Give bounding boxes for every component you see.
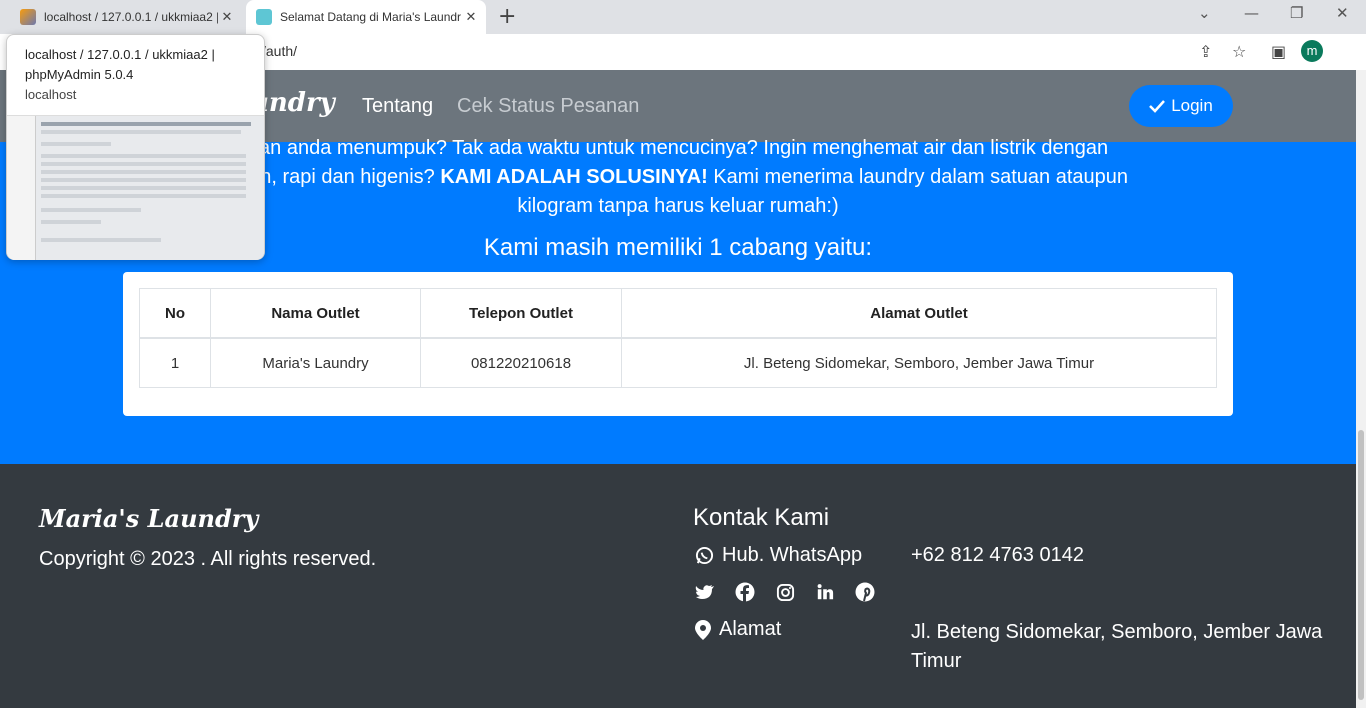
- bookmark-star-icon[interactable]: ☆: [1232, 42, 1246, 61]
- intro-line-1: uan anda menumpuk? Tak ada waktu untuk m…: [247, 137, 1109, 159]
- restore-icon[interactable]: ❐: [1290, 4, 1303, 22]
- cell-telepon: 081220210618: [420, 337, 622, 388]
- col-alamat-outlet: Alamat Outlet: [621, 288, 1217, 339]
- close-tab-icon[interactable]: ✕: [218, 9, 236, 25]
- intro-text: uan anda menumpuk? Tak ada waktu untuk m…: [140, 134, 1216, 221]
- col-telepon-outlet: Telepon Outlet: [420, 288, 622, 339]
- page-scrollbar[interactable]: [1356, 70, 1366, 708]
- share-icon[interactable]: ⇪: [1199, 42, 1212, 61]
- whatsapp-phone: +62 812 4763 0142: [911, 544, 1084, 566]
- intro-line-3: kilogram tanpa harus keluar rumah:): [517, 195, 839, 217]
- phpmyadmin-favicon-icon: [20, 9, 36, 25]
- tab-preview-thumbnail: [7, 115, 264, 260]
- contact-heading: Kontak Kami: [693, 504, 830, 531]
- outlet-table: No Nama Outlet Telepon Outlet Alamat Out…: [139, 288, 1217, 388]
- preview-sidebar: [7, 116, 36, 260]
- tab-hover-preview: localhost / 127.0.0.1 / ukkmiaa2 | phpMy…: [6, 34, 265, 260]
- check-icon: [1149, 100, 1166, 113]
- minimize-icon[interactable]: —: [1244, 4, 1259, 22]
- cell-nama: Maria's Laundry: [210, 337, 421, 388]
- close-tab-icon[interactable]: ✕: [462, 9, 480, 25]
- nav-link-cek-status[interactable]: Cek Status Pesanan: [457, 95, 639, 118]
- whatsapp-link[interactable]: Hub. WhatsApp: [695, 544, 862, 567]
- twitter-icon[interactable]: [695, 582, 715, 602]
- tab-phpmyadmin[interactable]: localhost / 127.0.0.1 / ukkmiaa2 | ✕: [10, 0, 242, 34]
- login-label: Login: [1171, 96, 1213, 115]
- whatsapp-icon: [695, 546, 714, 565]
- intro-line-2: ersih, rapi dan higenis? KAMI ADALAH SOL…: [227, 166, 1128, 188]
- cell-no: 1: [139, 337, 211, 388]
- cell-alamat: Jl. Beteng Sidomekar, Semboro, Jember Ja…: [621, 337, 1217, 388]
- tooltip-title: localhost / 127.0.0.1 / ukkmiaa2 | phpMy…: [25, 47, 215, 82]
- profile-avatar[interactable]: m: [1301, 40, 1323, 62]
- url-field[interactable]: /auth/: [262, 43, 297, 59]
- side-panel-icon[interactable]: ▣: [1271, 42, 1286, 61]
- table-row: 1 Maria's Laundry 081220210618 Jl. Beten…: [139, 337, 1217, 388]
- facebook-icon[interactable]: [735, 582, 755, 602]
- table-header-row: No Nama Outlet Telepon Outlet Alamat Out…: [139, 288, 1217, 339]
- instagram-icon[interactable]: [775, 582, 795, 602]
- tab-title: localhost / 127.0.0.1 / ukkmiaa2 |: [44, 10, 218, 24]
- login-button[interactable]: Login: [1129, 85, 1233, 127]
- tab-laundry[interactable]: Selamat Datang di Maria's Laundr ✕: [246, 0, 486, 34]
- footer-brand: Maria's Laundry: [39, 504, 259, 533]
- site-footer: Maria's Laundry Copyright © 2023 . All r…: [0, 464, 1356, 708]
- col-nama-outlet: Nama Outlet: [210, 288, 421, 339]
- pinterest-icon[interactable]: [855, 582, 875, 602]
- social-links: [695, 582, 875, 602]
- solution-emphasis: KAMI ADALAH SOLUSINYA!: [440, 166, 708, 188]
- tab-search-chevron-icon[interactable]: ⌄: [1198, 4, 1211, 22]
- address-label-row: Alamat: [695, 618, 781, 641]
- new-tab-icon[interactable]: +: [498, 4, 516, 29]
- address-label: Alamat: [719, 618, 782, 640]
- nav-link-tentang[interactable]: Tentang: [362, 95, 433, 118]
- close-window-icon[interactable]: ✕: [1336, 4, 1349, 22]
- col-no: No: [139, 288, 211, 339]
- browser-tab-strip: localhost / 127.0.0.1 / ukkmiaa2 | ✕ Sel…: [0, 0, 1366, 34]
- outlet-card: No Nama Outlet Telepon Outlet Alamat Out…: [123, 272, 1233, 416]
- tooltip-host: localhost: [25, 87, 77, 102]
- whatsapp-label: Hub. WhatsApp: [722, 544, 863, 566]
- footer-address: Jl. Beteng Sidomekar, Semboro, Jember Ja…: [911, 621, 1323, 672]
- map-marker-icon: [695, 619, 711, 640]
- linkedin-icon[interactable]: [815, 582, 835, 602]
- footer-copyright: Copyright © 2023 . All rights reserved.: [39, 548, 377, 570]
- laundry-favicon-icon: [256, 9, 272, 25]
- tab-title: Selamat Datang di Maria's Laundr: [280, 10, 462, 24]
